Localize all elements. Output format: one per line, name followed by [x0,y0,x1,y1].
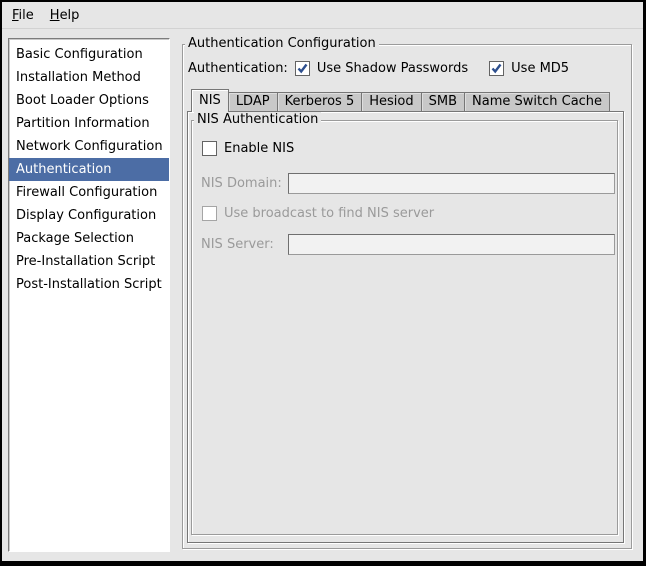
nis-domain-row: NIS Domain: [201,173,615,194]
frame-title: NIS Authentication [194,112,321,128]
tab-strip: NIS LDAP Kerberos 5 Hesiod SMB Name Swit… [187,89,624,111]
section-list: Basic Configuration Installation Method … [8,38,170,552]
nis-authentication-frame: NIS Authentication Enable NIS NIS Domain… [191,120,618,535]
authentication-options-row: Authentication: Use Shadow Passwords Use… [188,57,569,79]
menu-bar: File Help [2,2,643,29]
nis-domain-input [288,173,615,194]
sidebar-item-basic-configuration[interactable]: Basic Configuration [9,43,169,66]
frame-title: Authentication Configuration [185,36,379,52]
sidebar-item-authentication[interactable]: Authentication [9,158,169,181]
sidebar-item-network-configuration[interactable]: Network Configuration [9,135,169,158]
nis-server-row: NIS Server: [201,234,615,255]
sidebar-item-installation-method[interactable]: Installation Method [9,66,169,89]
checkbox-checked-icon [295,61,310,76]
checkbox-unchecked-icon [202,206,217,221]
use-shadow-passwords-checkbox[interactable]: Use Shadow Passwords [295,61,468,76]
checkbox-label: Use MD5 [511,61,569,76]
authentication-configuration-frame: Authentication Configuration Authenticat… [182,44,632,549]
sidebar-item-firewall-configuration[interactable]: Firewall Configuration [9,181,169,204]
tab-nis[interactable]: NIS [191,89,229,112]
use-md5-checkbox[interactable]: Use MD5 [489,61,569,76]
sidebar-item-package-selection[interactable]: Package Selection [9,227,169,250]
tab-ldap[interactable]: LDAP [228,92,278,111]
authentication-notebook: NIS LDAP Kerberos 5 Hesiod SMB Name Swit… [187,89,624,543]
nis-server-input [288,234,615,255]
enable-nis-checkbox[interactable]: Enable NIS [202,141,294,156]
tab-kerberos5[interactable]: Kerberos 5 [277,92,363,111]
sidebar-item-partition-information[interactable]: Partition Information [9,112,169,135]
checkbox-label: Use broadcast to find NIS server [224,206,434,221]
sidebar-item-pre-installation-script[interactable]: Pre-Installation Script [9,250,169,273]
nis-server-label: NIS Server: [201,237,288,252]
checkbox-unchecked-icon [202,141,217,156]
tab-smb[interactable]: SMB [421,92,465,111]
menu-help[interactable]: Help [42,2,88,28]
nis-tab-page: NIS Authentication Enable NIS NIS Domain… [187,111,624,543]
menu-file[interactable]: File [4,2,42,28]
tab-name-switch-cache[interactable]: Name Switch Cache [464,92,610,111]
sidebar-item-display-configuration[interactable]: Display Configuration [9,204,169,227]
tab-hesiod[interactable]: Hesiod [361,92,421,111]
sidebar-item-post-installation-script[interactable]: Post-Installation Script [9,273,169,296]
authentication-label: Authentication: [188,61,288,76]
nis-domain-label: NIS Domain: [201,176,288,191]
use-broadcast-checkbox: Use broadcast to find NIS server [202,206,434,221]
checkbox-label: Enable NIS [224,141,294,156]
checkbox-label: Use Shadow Passwords [317,61,468,76]
checkbox-checked-icon [489,61,504,76]
kickstart-configurator-window: File Help Basic Configuration Installati… [0,0,646,566]
sidebar-item-boot-loader-options[interactable]: Boot Loader Options [9,89,169,112]
